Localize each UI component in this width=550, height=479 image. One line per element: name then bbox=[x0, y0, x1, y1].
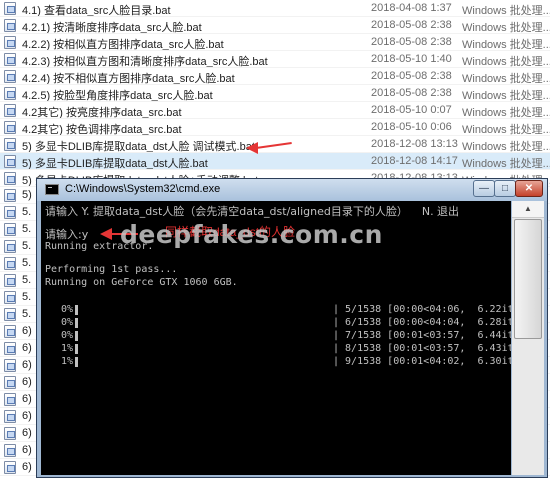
file-name: 6) bbox=[22, 461, 32, 473]
file-name: 6) bbox=[22, 325, 32, 337]
progress-bar bbox=[75, 344, 78, 354]
file-name: 5. bbox=[22, 291, 32, 303]
minimize-icon[interactable]: — bbox=[473, 180, 495, 197]
bat-file-icon bbox=[4, 172, 16, 185]
bat-file-icon bbox=[4, 461, 16, 474]
file-row[interactable]: 5) 多显卡DLIB库提取data_dst人脸.bat 2018-12-08 14… bbox=[0, 153, 550, 170]
progress-percent: 0% bbox=[60, 330, 73, 341]
cmd-icon bbox=[45, 184, 59, 195]
file-name: 5. bbox=[22, 206, 32, 218]
progress-bar bbox=[75, 357, 78, 367]
file-name: 6) bbox=[22, 410, 32, 422]
bat-file-icon bbox=[4, 240, 16, 253]
file-name: 6) bbox=[22, 376, 32, 388]
file-row[interactable]: 4.2.4) 按不相似直方图排序data_src人脸.bat 2018-05-08… bbox=[0, 68, 550, 85]
bat-file-icon bbox=[4, 291, 16, 304]
prompt-line: 请输入 Y. 提取data_dst人脸（会先清空data_dst/aligned… bbox=[45, 205, 460, 218]
file-date: 2018-05-10 0:07 bbox=[371, 104, 452, 116]
progress-row: 1% | 8/1538 [00:01<03:57, 6.43it/s] bbox=[45, 343, 511, 356]
bat-file-icon bbox=[4, 410, 16, 423]
progress-percent: 0% bbox=[60, 317, 73, 328]
input-line: 请输入:y bbox=[45, 228, 89, 241]
bat-file-icon bbox=[4, 206, 16, 219]
gpu-line: Running on GeForce GTX 1060 6GB. bbox=[45, 277, 238, 288]
progress-bar bbox=[75, 305, 78, 315]
file-date: 2018-12-08 14:17 bbox=[371, 155, 458, 167]
file-row[interactable]: 4.2其它) 按亮度排序data_src.bat 2018-05-10 0:07 W… bbox=[0, 102, 550, 119]
file-name: 5. bbox=[22, 240, 32, 252]
progress-stats: | 9/1538 [00:01<04:02, 6.30it/s] bbox=[333, 356, 511, 367]
file-date: 2018-04-08 1:37 bbox=[371, 2, 452, 14]
file-date: 2018-05-10 0:06 bbox=[371, 121, 452, 133]
file-row[interactable]: 4.2其它) 按色调排序data_src.bat 2018-05-10 0:06 W… bbox=[0, 119, 550, 136]
progress-row: 0% | 5/1538 [00:00<04:06, 6.22it/s] bbox=[45, 304, 511, 317]
file-row[interactable]: 4.1) 查看data_src人脸目录.bat 2018-04-08 1:37 Wi… bbox=[0, 0, 550, 17]
progress-percent: 0% bbox=[60, 304, 73, 315]
bat-file-icon bbox=[4, 444, 16, 457]
pass-line: Performing 1st pass... bbox=[45, 264, 178, 275]
file-date: 2018-05-08 2:38 bbox=[371, 19, 452, 31]
bat-file-icon bbox=[4, 19, 16, 32]
bat-file-icon bbox=[4, 36, 16, 49]
progress-stats: | 6/1538 [00:00<04:04, 6.28it/s] bbox=[333, 317, 511, 328]
bat-file-icon bbox=[4, 138, 16, 151]
close-icon[interactable]: ✕ bbox=[515, 180, 543, 197]
vertical-scrollbar[interactable]: ▲ bbox=[512, 201, 544, 475]
file-row[interactable]: 4.2.3) 按相似直方图和清晰度排序data_src人脸.bat 2018-05… bbox=[0, 51, 550, 68]
bat-file-icon bbox=[4, 393, 16, 406]
file-date: 2018-05-10 1:40 bbox=[371, 53, 452, 65]
file-date: 2018-05-08 2:38 bbox=[371, 36, 452, 48]
file-row[interactable]: 4.2.1) 按清晰度排序data_src人脸.bat 2018-05-08 2:… bbox=[0, 17, 550, 34]
file-name: 5) bbox=[22, 189, 32, 201]
file-name: 5. bbox=[22, 223, 32, 235]
file-name: 6) bbox=[22, 342, 32, 354]
file-name: 6) bbox=[22, 359, 32, 371]
bat-file-icon bbox=[4, 155, 16, 168]
progress-bar bbox=[75, 318, 78, 328]
bat-file-icon bbox=[4, 87, 16, 100]
bat-file-icon bbox=[4, 257, 16, 270]
bat-file-icon bbox=[4, 53, 16, 66]
progress-stats: | 8/1538 [00:01<03:57, 6.43it/s] bbox=[333, 343, 511, 354]
progress-row: 0% | 7/1538 [00:01<03:57, 6.44it/s] bbox=[45, 330, 511, 343]
bat-file-icon bbox=[4, 308, 16, 321]
bat-file-icon bbox=[4, 2, 16, 15]
bat-file-icon bbox=[4, 121, 16, 134]
file-date: 2018-12-08 13:13 bbox=[371, 138, 458, 150]
progress-stats: | 5/1538 [00:00<04:06, 6.22it/s] bbox=[333, 304, 511, 315]
bat-file-icon bbox=[4, 342, 16, 355]
file-row[interactable]: 4.2.5) 按脸型角度排序data_src人脸.bat 2018-05-08 2… bbox=[0, 85, 550, 102]
maximize-icon[interactable]: □ bbox=[494, 180, 516, 197]
progress-percent: 1% bbox=[60, 343, 73, 354]
file-name: 5. bbox=[22, 274, 32, 286]
bat-file-icon bbox=[4, 70, 16, 83]
bat-file-icon bbox=[4, 223, 16, 236]
file-date: 2018-05-08 2:38 bbox=[371, 70, 452, 82]
file-name: 6) bbox=[22, 444, 32, 456]
progress-stats: | 7/1538 [00:01<03:57, 6.44it/s] bbox=[333, 330, 511, 341]
progress-bar bbox=[75, 331, 78, 341]
progress-percent: 1% bbox=[60, 356, 73, 367]
file-name: 5. bbox=[22, 308, 32, 320]
window-title: C:\Windows\System32\cmd.exe bbox=[65, 183, 221, 195]
progress-row: 1% | 9/1538 [00:01<04:02, 6.30it/s] bbox=[45, 356, 511, 369]
bat-file-icon bbox=[4, 104, 16, 117]
file-name: 5. bbox=[22, 257, 32, 269]
scroll-thumb[interactable] bbox=[514, 219, 542, 339]
scroll-up-icon[interactable]: ▲ bbox=[512, 201, 544, 218]
bat-file-icon bbox=[4, 359, 16, 372]
progress-row: 0% | 6/1538 [00:00<04:04, 6.28it/s] bbox=[45, 317, 511, 330]
cmd-titlebar[interactable]: C:\Windows\System32\cmd.exe — □ ✕ bbox=[37, 179, 547, 201]
bat-file-icon bbox=[4, 325, 16, 338]
watermark: deepfakes.com.cn bbox=[120, 220, 383, 249]
file-name: 6) bbox=[22, 393, 32, 405]
file-name: 6) bbox=[22, 427, 32, 439]
bat-file-icon bbox=[4, 189, 16, 202]
bat-file-icon bbox=[4, 376, 16, 389]
file-row[interactable]: 4.2.2) 按相似直方图排序data_src人脸.bat 2018-05-08 … bbox=[0, 34, 550, 51]
bat-file-icon bbox=[4, 274, 16, 287]
bat-file-icon bbox=[4, 427, 16, 440]
file-date: 2018-05-08 2:38 bbox=[371, 87, 452, 99]
